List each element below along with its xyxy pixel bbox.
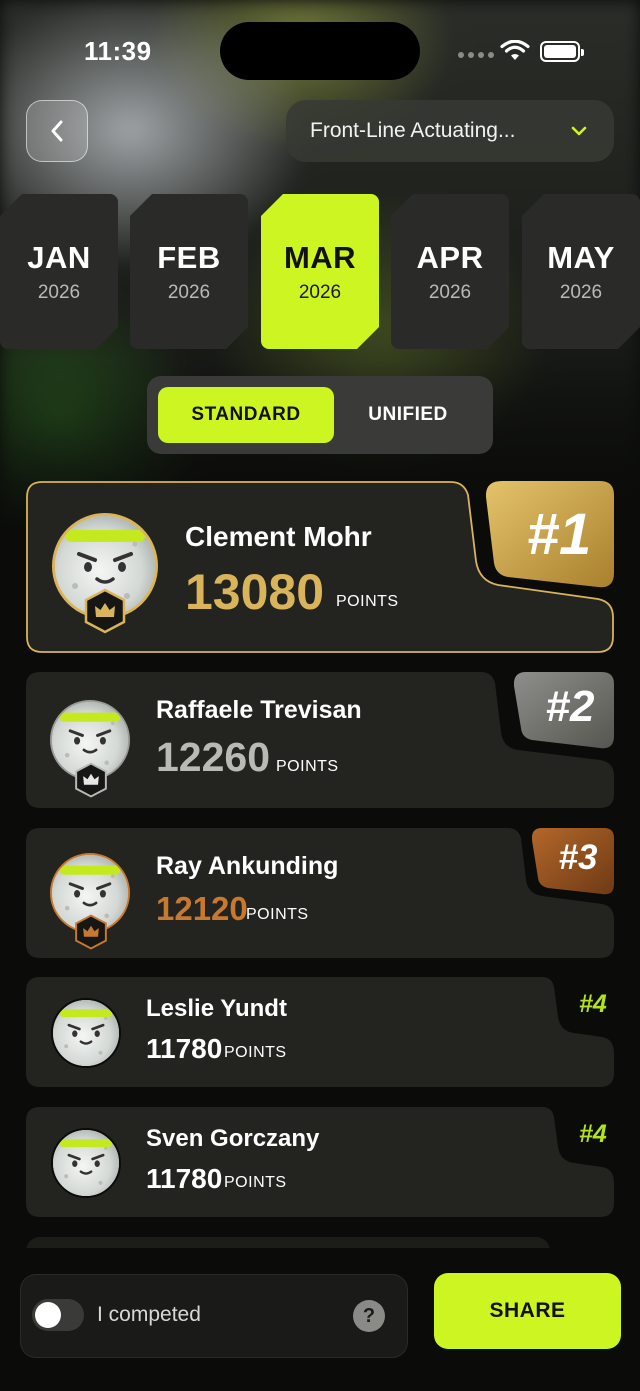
- player-points: 13080: [185, 564, 325, 620]
- player-name: Leslie Yundt: [146, 995, 287, 1022]
- player-points: 12120: [156, 890, 248, 927]
- month-year: 2026: [167, 282, 211, 303]
- points-unit: POINTS: [224, 1044, 287, 1061]
- points-unit: POINTS: [336, 593, 399, 610]
- leaderboard-row-1[interactable]: Clement Mohr 13080 POINTS #1: [26, 481, 614, 653]
- back-button[interactable]: [26, 100, 88, 162]
- rank-label: #2: [545, 682, 595, 731]
- month-name: MAY: [547, 240, 615, 275]
- month-tab-may[interactable]: MAY 2026: [522, 194, 640, 349]
- status-time: 11:39: [84, 36, 152, 66]
- month-tab-feb[interactable]: FEB 2026: [130, 194, 248, 349]
- month-name: FEB: [157, 240, 221, 275]
- player-name: Clement Mohr: [185, 521, 372, 552]
- player-name: Ray Ankunding: [156, 852, 339, 880]
- player-points: 12260: [156, 734, 271, 780]
- rank-label: #4: [579, 1120, 607, 1148]
- leaderboard-row-3[interactable]: Ray Ankunding 12120 POINTS #3: [26, 828, 614, 958]
- points-unit: POINTS: [224, 1174, 287, 1191]
- player-name: Raffaele Trevisan: [156, 696, 362, 724]
- crown-badge-icon: [75, 914, 107, 950]
- chevron-down-icon: [571, 126, 587, 136]
- standard-tab[interactable]: STANDARD: [158, 387, 334, 443]
- dynamic-island: [220, 22, 420, 80]
- competed-label: I competed: [97, 1303, 201, 1326]
- leaderboard-row-2[interactable]: Raffaele Trevisan 12260 POINTS #2: [26, 672, 614, 808]
- toggle-knob: [35, 1302, 61, 1328]
- rank-label: #1: [526, 501, 592, 567]
- wifi-icon: [500, 40, 530, 60]
- player-points: 11780: [146, 1163, 223, 1194]
- avatar: [51, 998, 121, 1068]
- points-unit: POINTS: [276, 758, 339, 775]
- month-year: 2026: [37, 282, 81, 303]
- month-year: 2026: [559, 282, 603, 303]
- product-select-value: Front-Line Actuating...: [310, 119, 516, 142]
- rank-label: #3: [558, 838, 598, 877]
- share-button[interactable]: SHARE: [434, 1273, 621, 1349]
- points-unit: POINTS: [246, 906, 309, 923]
- month-tab-mar[interactable]: MAR 2026: [261, 194, 379, 349]
- product-select[interactable]: Front-Line Actuating...: [286, 100, 614, 162]
- leaderboard-row-4[interactable]: Leslie Yundt 11780 POINTS #4: [26, 977, 614, 1087]
- month-tab-jan[interactable]: JAN 2026: [0, 194, 118, 349]
- competed-toggle[interactable]: [32, 1299, 84, 1331]
- avatar: [51, 1128, 121, 1198]
- month-tab-apr[interactable]: APR 2026: [391, 194, 509, 349]
- month-year: 2026: [428, 282, 472, 303]
- leaderboard-row-5[interactable]: Sven Gorczany 11780 POINTS #4: [26, 1107, 614, 1217]
- month-name: APR: [416, 240, 484, 275]
- help-icon[interactable]: ?: [353, 1300, 385, 1332]
- unified-tab[interactable]: UNIFIED: [334, 387, 482, 443]
- player-points: 11780: [146, 1033, 223, 1064]
- player-name: Sven Gorczany: [146, 1125, 320, 1152]
- rank-label: #4: [579, 990, 607, 1018]
- month-name: MAR: [283, 240, 357, 275]
- crown-badge-icon: [84, 588, 126, 634]
- leaderboard-type-toggle: STANDARD UNIFIED: [147, 376, 493, 454]
- chevron-left-icon: [51, 120, 63, 142]
- month-name: JAN: [27, 240, 91, 275]
- battery-icon: [540, 41, 584, 62]
- signal-dots-icon: [458, 52, 494, 58]
- crown-badge-icon: [75, 762, 107, 798]
- month-year: 2026: [298, 282, 342, 303]
